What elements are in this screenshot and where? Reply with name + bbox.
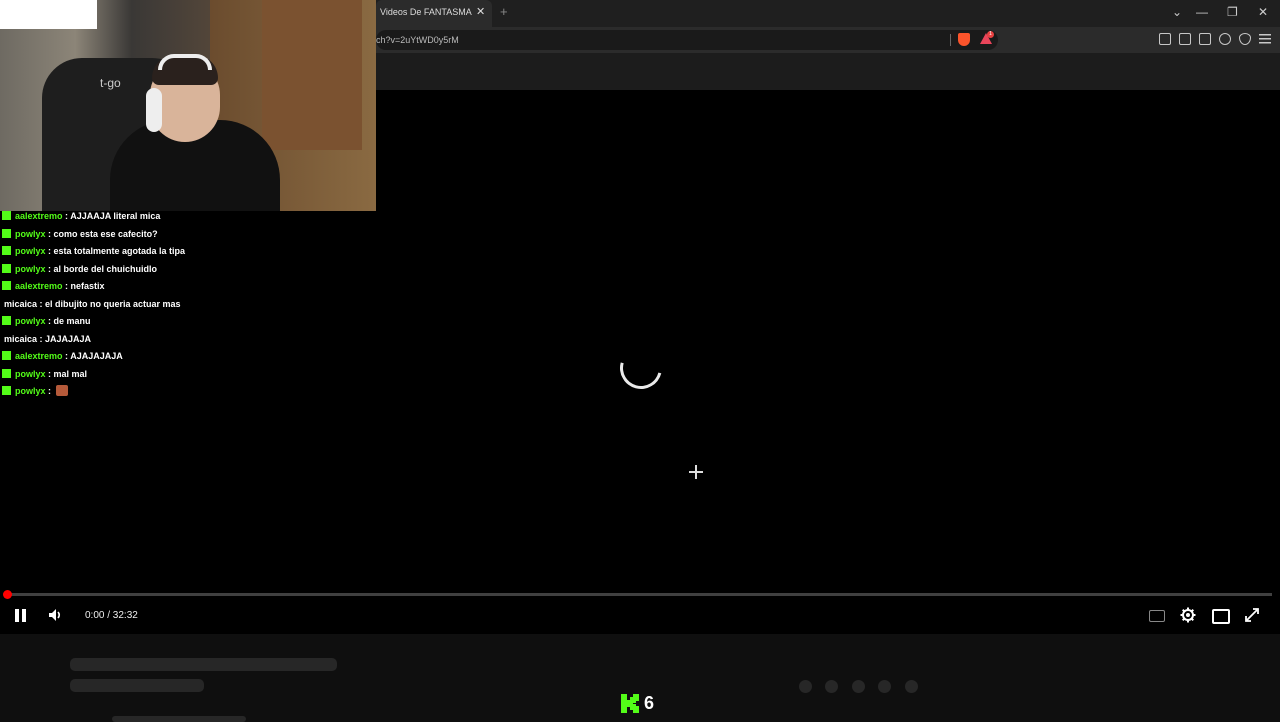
rewards-badge: 1 xyxy=(987,31,994,38)
leo-ai-icon[interactable] xyxy=(1219,33,1231,45)
chat-username[interactable]: micaica xyxy=(4,334,37,344)
emote-icon xyxy=(55,385,68,396)
crosshair-cursor-icon xyxy=(689,465,703,479)
extensions-icon[interactable] xyxy=(1159,33,1171,45)
chat-username[interactable]: powlyx xyxy=(15,229,46,239)
pause-icon[interactable] xyxy=(15,609,27,622)
close-window-button[interactable]: ✕ xyxy=(1258,5,1268,19)
progress-bar[interactable] xyxy=(8,593,1272,596)
headphones-icon xyxy=(146,88,162,132)
chat-message: micaica : el dibujito no queria actuar m… xyxy=(0,296,376,314)
chat-username[interactable]: aalextremo xyxy=(15,211,63,221)
chat-separator: : xyxy=(37,298,46,309)
action-placeholder xyxy=(878,680,891,693)
chat-separator: : xyxy=(37,333,46,344)
viewer-count: 6 xyxy=(644,693,655,713)
kick-logo-icon xyxy=(621,694,639,713)
chat-message: powlyx : xyxy=(0,383,376,401)
channel-placeholder xyxy=(112,716,246,722)
chat-username[interactable]: powlyx xyxy=(15,264,46,274)
kick-badge-icon xyxy=(2,281,11,290)
chat-separator: : xyxy=(45,228,54,239)
chat-text: mal mal xyxy=(53,368,88,379)
chat-message: aalextremo : AJAJAJAJA xyxy=(0,348,376,366)
kick-badge-icon xyxy=(2,246,11,255)
action-placeholder xyxy=(799,680,812,693)
action-placeholder xyxy=(825,680,838,693)
chat-separator: : xyxy=(45,386,54,396)
kick-badge-icon xyxy=(2,386,11,395)
address-bar[interactable]: ch?v=2uYtWD0y5rM 1 xyxy=(376,30,998,50)
chat-message: powlyx : de manu xyxy=(0,313,376,331)
brave-shields-icon[interactable] xyxy=(958,33,970,46)
chat-text: AJJAAJA literal mica xyxy=(70,211,161,221)
subtitle-placeholder xyxy=(70,679,204,692)
title-placeholder xyxy=(70,658,337,671)
progress-scrubber[interactable] xyxy=(3,590,12,599)
kick-badge-icon xyxy=(2,211,11,220)
chat-separator: : xyxy=(45,316,54,326)
chat-text: JAJAJAJA xyxy=(45,333,92,344)
kick-badge-icon xyxy=(2,368,11,378)
fullscreen-icon[interactable] xyxy=(1244,607,1260,623)
volume-icon[interactable] xyxy=(47,607,63,623)
chat-overlay: aalextremo : AJJAAJA literal mica powlyx … xyxy=(0,208,376,401)
chair-brand-label: t-go xyxy=(100,76,121,90)
webcam-door xyxy=(262,0,362,150)
chat-text: AJAJAJAJA xyxy=(70,351,123,361)
chat-separator: : xyxy=(45,246,54,256)
address-bar-divider xyxy=(950,34,951,46)
chat-separator: : xyxy=(62,281,71,291)
action-placeholder xyxy=(905,680,918,693)
theater-mode-icon[interactable] xyxy=(1212,609,1230,624)
youtube-header xyxy=(376,53,1280,90)
kick-badge-icon xyxy=(2,263,11,273)
kick-badge-icon xyxy=(2,316,11,325)
sidebar-icon[interactable] xyxy=(1179,33,1191,45)
chat-username[interactable]: micaica xyxy=(4,299,37,309)
chat-message: powlyx : mal mal xyxy=(0,366,376,384)
menu-icon[interactable] xyxy=(1259,34,1271,44)
action-placeholder xyxy=(852,680,865,693)
time-display: 0:00 / 32:32 xyxy=(85,610,138,621)
kick-badge-icon xyxy=(2,351,11,360)
chat-message: powlyx : al borde del chuichuidlo xyxy=(0,261,376,279)
chat-text: de manu xyxy=(53,316,91,326)
mini-preview xyxy=(0,0,97,29)
url-text: ch?v=2uYtWD0y5rM xyxy=(376,35,459,45)
restore-button[interactable]: ❐ xyxy=(1227,5,1238,19)
minimize-button[interactable]: — xyxy=(1196,5,1208,19)
subtitles-icon[interactable] xyxy=(1149,610,1165,622)
chat-username[interactable]: powlyx xyxy=(15,246,46,256)
chat-text: nefastix xyxy=(70,281,105,291)
chat-username[interactable]: powlyx xyxy=(15,386,46,396)
chat-separator: : xyxy=(45,368,54,379)
video-info-section xyxy=(0,634,1280,720)
chat-text: el dibujito no queria actuar mas xyxy=(45,298,181,309)
chat-message: powlyx : como esta ese cafecito? xyxy=(0,226,376,244)
chat-message: micaica : JAJAJAJA xyxy=(0,331,376,349)
kick-badge-icon xyxy=(2,228,11,238)
chat-separator: : xyxy=(45,263,54,274)
chat-username[interactable]: powlyx xyxy=(15,369,46,379)
browser-tab-active[interactable]: Videos De FANTASMAS F ✕ xyxy=(376,0,492,27)
chat-username[interactable]: aalextremo xyxy=(15,281,63,291)
tab-search-dropdown-icon[interactable]: ⌄ xyxy=(1172,5,1182,19)
chat-text: al borde del chuichuidlo xyxy=(53,263,158,274)
webcam-overlay: t-go xyxy=(0,0,376,211)
chat-message: aalextremo : AJJAAJA literal mica xyxy=(0,208,376,226)
chat-username[interactable]: aalextremo xyxy=(15,351,63,361)
settings-gear-icon[interactable] xyxy=(1180,607,1196,623)
chat-message: aalextremo : nefastix xyxy=(0,278,376,296)
chat-username[interactable]: powlyx xyxy=(15,316,46,326)
tab-close-icon[interactable]: ✕ xyxy=(476,5,485,18)
chat-text: como esta ese cafecito? xyxy=(53,228,158,239)
chat-message: powlyx : esta totalmente agotada la tipa xyxy=(0,243,376,261)
chat-text: esta totalmente agotada la tipa xyxy=(53,246,186,256)
tab-title: Videos De FANTASMAS F xyxy=(380,7,472,17)
headphones-band xyxy=(158,54,212,70)
wallet-icon[interactable] xyxy=(1199,33,1211,45)
new-tab-button[interactable]: + xyxy=(500,4,508,19)
